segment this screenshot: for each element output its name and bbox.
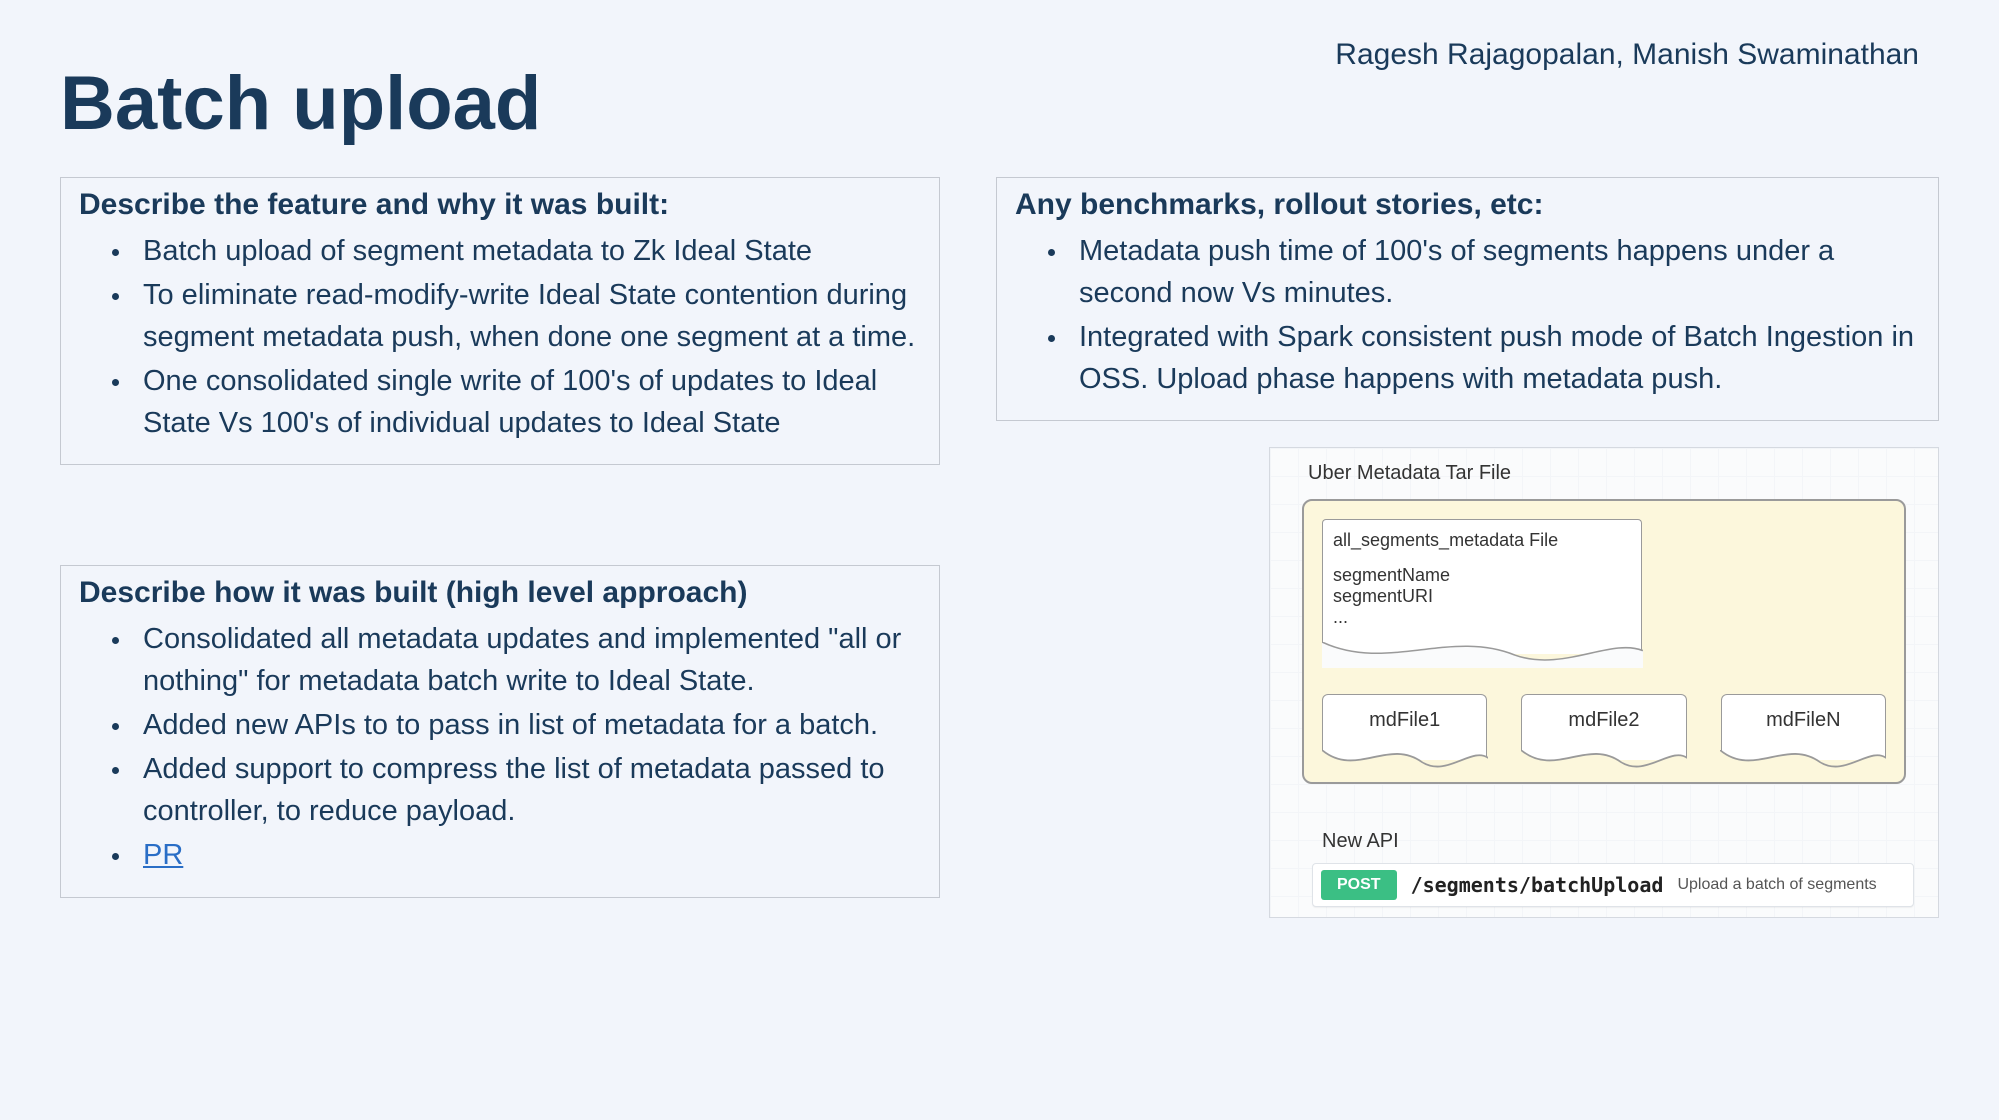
torn-edge-icon: [1322, 642, 1643, 668]
torn-edge-icon: [1720, 750, 1886, 774]
left-column: Describe the feature and why it was buil…: [60, 177, 940, 898]
approach-bullet: Consolidated all metadata updates and im…: [133, 618, 921, 702]
columns: Describe the feature and why it was buil…: [60, 177, 1939, 918]
torn-edge-icon: [1322, 750, 1488, 774]
slide: Ragesh Rajagopalan, Manish Swaminathan B…: [0, 0, 1999, 1120]
md-file-label: mdFile2: [1568, 709, 1639, 732]
pr-link[interactable]: PR: [143, 839, 183, 871]
feature-card: Describe the feature and why it was buil…: [60, 177, 940, 465]
approach-bullet: Added support to compress the list of me…: [133, 748, 921, 832]
md-file-label: mdFile1: [1369, 709, 1440, 732]
doc-line: segmentName: [1333, 565, 1631, 586]
http-method-badge: POST: [1321, 870, 1397, 900]
torn-edge-icon: [1521, 750, 1687, 774]
feature-bullet: One consolidated single write of 100's o…: [133, 360, 921, 444]
feature-heading: Describe the feature and why it was buil…: [79, 188, 921, 222]
doc-line: segmentURI: [1333, 586, 1631, 607]
benchmarks-card: Any benchmarks, rollout stories, etc: Me…: [996, 177, 1939, 421]
right-column: Any benchmarks, rollout stories, etc: Me…: [996, 177, 1939, 918]
md-file: mdFile2: [1521, 694, 1686, 760]
diagram: Uber Metadata Tar File all_segments_meta…: [1269, 447, 1939, 918]
tar-file-label: Uber Metadata Tar File: [1308, 462, 1938, 485]
doc-line: ...: [1333, 607, 1631, 628]
md-file-label: mdFileN: [1766, 709, 1840, 732]
feature-bullet: To eliminate read-modify-write Ideal Sta…: [133, 274, 921, 358]
page-title: Batch upload: [60, 60, 1939, 147]
api-path: /segments/batchUpload: [1411, 873, 1664, 897]
authors-text: Ragesh Rajagopalan, Manish Swaminathan: [1335, 38, 1919, 72]
tar-file-box: all_segments_metadata File segmentName s…: [1302, 499, 1906, 784]
approach-card: Describe how it was built (high level ap…: [60, 565, 940, 897]
doc-title: all_segments_metadata File: [1333, 530, 1631, 551]
api-bar: POST /segments/batchUpload Upload a batc…: [1312, 863, 1914, 907]
md-file: mdFileN: [1721, 694, 1886, 760]
all-segments-doc: all_segments_metadata File segmentName s…: [1322, 519, 1642, 654]
md-file-row: mdFile1 mdFile2: [1322, 694, 1886, 760]
approach-pr-bullet: PR: [133, 834, 921, 876]
md-file: mdFile1: [1322, 694, 1487, 760]
benchmarks-heading: Any benchmarks, rollout stories, etc:: [1015, 188, 1920, 222]
api-description: Upload a batch of segments: [1677, 876, 1876, 894]
benchmarks-bullet: Integrated with Spark consistent push mo…: [1069, 316, 1920, 400]
benchmarks-bullet: Metadata push time of 100's of segments …: [1069, 230, 1920, 314]
diagram-area: Uber Metadata Tar File all_segments_meta…: [1269, 447, 1939, 918]
feature-bullet: Batch upload of segment metadata to Zk I…: [133, 230, 921, 272]
new-api-label: New API: [1322, 830, 1938, 853]
approach-bullet: Added new APIs to to pass in list of met…: [133, 704, 921, 746]
approach-heading: Describe how it was built (high level ap…: [79, 576, 921, 610]
